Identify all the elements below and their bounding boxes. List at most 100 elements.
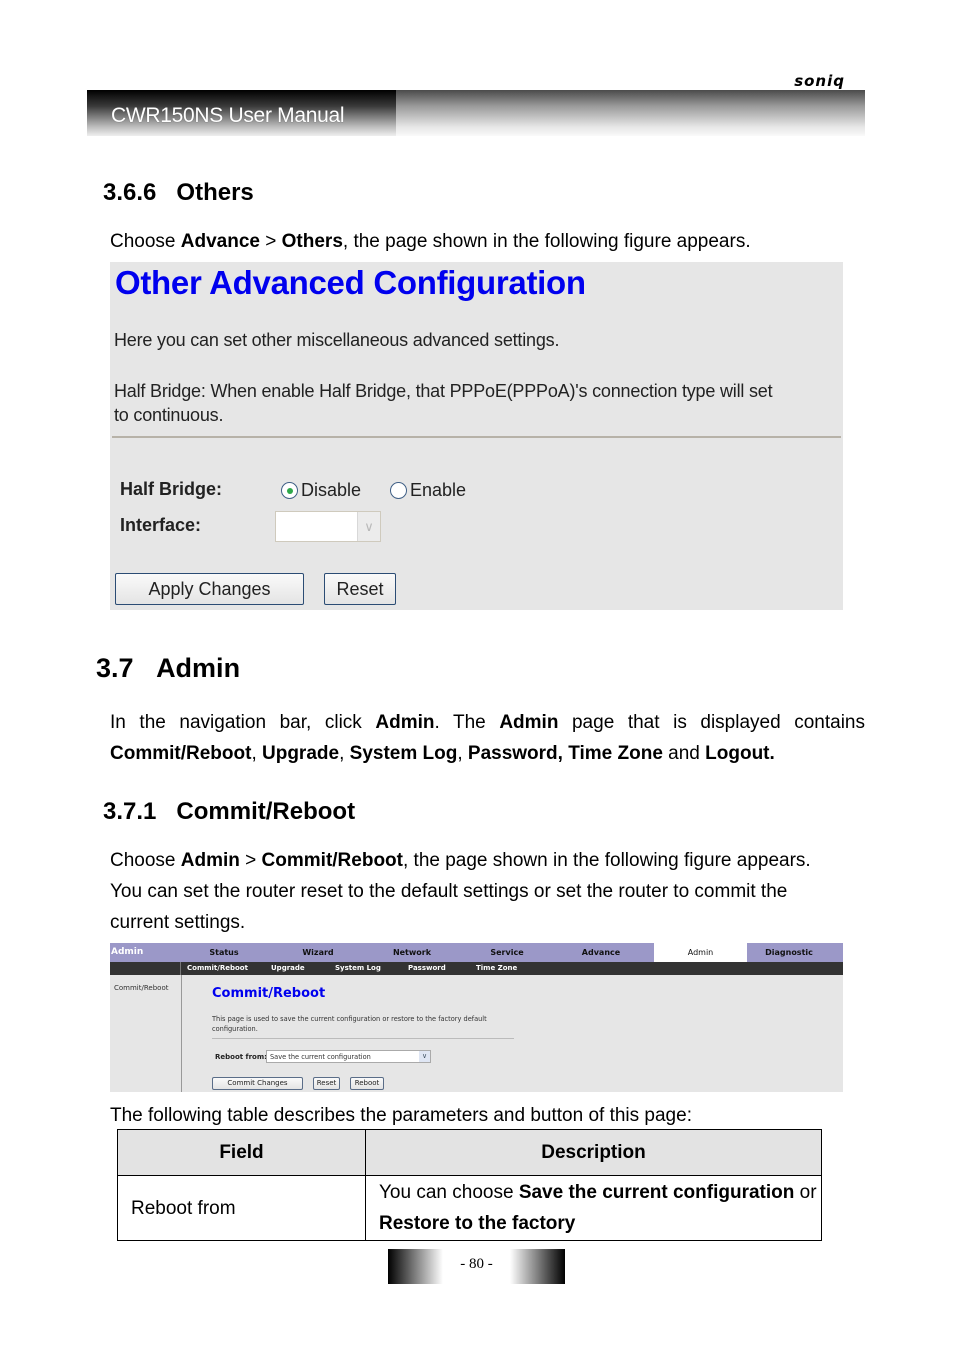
nav-brand: Admin xyxy=(111,947,144,957)
radio-selected-icon xyxy=(281,482,298,499)
others-intro: Choose Advance > Others, the page shown … xyxy=(110,226,751,257)
nav-network[interactable]: Network xyxy=(370,943,454,962)
sidebar-item-commit-reboot[interactable]: Commit/Reboot xyxy=(114,984,168,992)
apply-changes-button[interactable]: Apply Changes xyxy=(115,573,304,605)
reset-button[interactable]: Reset xyxy=(324,573,396,605)
divider xyxy=(212,1038,514,1039)
screen-title: Other Advanced Configuration xyxy=(115,264,586,301)
commit-intro-line3: current settings. xyxy=(110,912,246,933)
subnav-system-log[interactable]: System Log xyxy=(335,962,381,975)
interface-select[interactable]: ∨ xyxy=(275,511,381,542)
screen-title: Commit/Reboot xyxy=(212,986,326,1001)
table-row: Reboot from You can choose Save the curr… xyxy=(117,1175,822,1241)
text: > xyxy=(259,231,282,252)
bold-text: Restore to the factory xyxy=(379,1213,576,1234)
half-bridge-note-line1: Half Bridge: When enable Half Bridge, th… xyxy=(114,381,773,401)
others-screenshot: Other Advanced Configuration Here you ca… xyxy=(110,262,843,610)
text: You can choose xyxy=(379,1182,519,1203)
half-bridge-label: Half Bridge: xyxy=(120,479,223,499)
bold-text: Admin xyxy=(180,850,240,871)
page-number: - 80 - xyxy=(460,1256,493,1272)
bold-text: Advance xyxy=(180,231,260,252)
subnav-commit-reboot[interactable]: Commit/Reboot xyxy=(187,962,248,975)
section-title: Commit/Reboot xyxy=(176,798,356,825)
section-heading-3-7-1: 3.7.1 Commit/Reboot xyxy=(103,798,355,826)
nav-advance[interactable]: Advance xyxy=(559,943,643,962)
text: Choose xyxy=(110,231,181,252)
section-title: Others xyxy=(176,179,254,206)
text: . The xyxy=(434,712,500,733)
table-intro: The following table describes the parame… xyxy=(110,1105,692,1126)
section-heading-3-7: 3.7 Admin xyxy=(96,653,240,684)
text: > xyxy=(239,850,262,871)
chevron-down-icon: ∨ xyxy=(419,1051,430,1062)
nav-wizard[interactable]: Wizard xyxy=(276,943,360,962)
reboot-from-select[interactable]: Save the current configuration ∨ xyxy=(266,1050,431,1063)
section-number: 3.7 xyxy=(96,653,134,683)
text: Choose xyxy=(110,850,181,871)
bold-text: Password, Time Zone xyxy=(467,743,663,764)
radio-label: Enable xyxy=(410,480,467,500)
nav-status[interactable]: Status xyxy=(182,943,266,962)
reset-button[interactable]: Reset xyxy=(313,1077,340,1090)
screen-description: Here you can set other miscellaneous adv… xyxy=(114,330,560,350)
commit-changes-button[interactable]: Commit Changes xyxy=(212,1077,303,1090)
interface-label: Interface: xyxy=(120,515,202,535)
bold-text: Commit/Reboot xyxy=(261,850,403,871)
nav-service[interactable]: Service xyxy=(465,943,549,962)
subnav-upgrade[interactable]: Upgrade xyxy=(271,962,305,975)
brand-logo: soniq xyxy=(794,72,845,90)
radio-enable[interactable]: Enable xyxy=(390,480,466,501)
section-number: 3.6.6 xyxy=(103,179,157,206)
screen-description: This page is used to save the current co… xyxy=(212,1015,487,1033)
reboot-button[interactable]: Reboot xyxy=(350,1077,384,1090)
sidebar: Commit/Reboot xyxy=(110,975,182,1092)
admin-intro-line1: In the navigation bar, click Admin. The … xyxy=(110,707,865,738)
field-cell: Reboot from xyxy=(117,1175,366,1241)
half-bridge-note-line2: to continuous. xyxy=(114,405,224,425)
commit-reboot-screenshot: Admin Status Wizard Network Service Adva… xyxy=(110,943,843,1092)
text: page that is displayed contains xyxy=(558,712,865,733)
bold-text: Admin xyxy=(375,712,435,733)
text: , xyxy=(339,743,350,764)
table-header-row: Field Description xyxy=(117,1129,822,1176)
admin-intro-line2: Commit/Reboot, Upgrade, System Log, Pass… xyxy=(110,738,775,769)
manual-title: CWR150NS User Manual xyxy=(111,104,345,127)
description-cell: You can choose Save the current configur… xyxy=(365,1175,822,1241)
divider xyxy=(112,436,841,438)
chevron-down-icon: ∨ xyxy=(357,512,380,541)
main-nav: Admin Status Wizard Network Service Adva… xyxy=(110,943,843,962)
sub-nav: Commit/Reboot Upgrade System Log Passwor… xyxy=(110,962,843,975)
text: , xyxy=(457,743,468,764)
bold-text: Others xyxy=(281,231,343,252)
text: , the page shown in the following figure… xyxy=(402,850,811,871)
section-number: 3.7.1 xyxy=(103,798,157,825)
parameters-table: Field Description Reboot from You can ch… xyxy=(117,1129,822,1241)
bold-text: Commit/Reboot xyxy=(110,743,252,764)
bold-text: System Log xyxy=(349,743,458,764)
text: and xyxy=(662,743,706,764)
reboot-from-label: Reboot from: xyxy=(215,1053,267,1061)
subnav-password[interactable]: Password xyxy=(408,962,446,975)
divider xyxy=(180,962,181,975)
column-header-description: Description xyxy=(365,1129,822,1176)
section-title: Admin xyxy=(156,653,241,683)
nav-admin[interactable]: Admin xyxy=(654,943,747,962)
select-value: Save the current configuration xyxy=(270,1053,371,1061)
commit-intro-line1: Choose Admin > Commit/Reboot, the page s… xyxy=(110,845,811,876)
text: , the page shown in the following figure… xyxy=(342,231,751,252)
page-header: soniq CWR150NS User Manual xyxy=(87,72,865,136)
page-footer: - 80 - xyxy=(388,1249,565,1284)
nav-diagnostic[interactable]: Diagnostic xyxy=(747,943,831,962)
text: , xyxy=(251,743,262,764)
bold-text: Logout. xyxy=(705,743,775,764)
column-header-field: Field xyxy=(117,1129,366,1176)
text: or xyxy=(794,1182,817,1203)
section-heading-3-6-6: 3.6.6 Others xyxy=(103,179,254,207)
bold-text: Save the current configuration xyxy=(518,1182,795,1203)
radio-disable[interactable]: Disable xyxy=(281,480,361,501)
bold-text: Upgrade xyxy=(262,743,340,764)
commit-intro-line2: You can set the router reset to the defa… xyxy=(110,881,788,902)
radio-unselected-icon xyxy=(390,482,407,499)
subnav-time-zone[interactable]: Time Zone xyxy=(476,962,517,975)
